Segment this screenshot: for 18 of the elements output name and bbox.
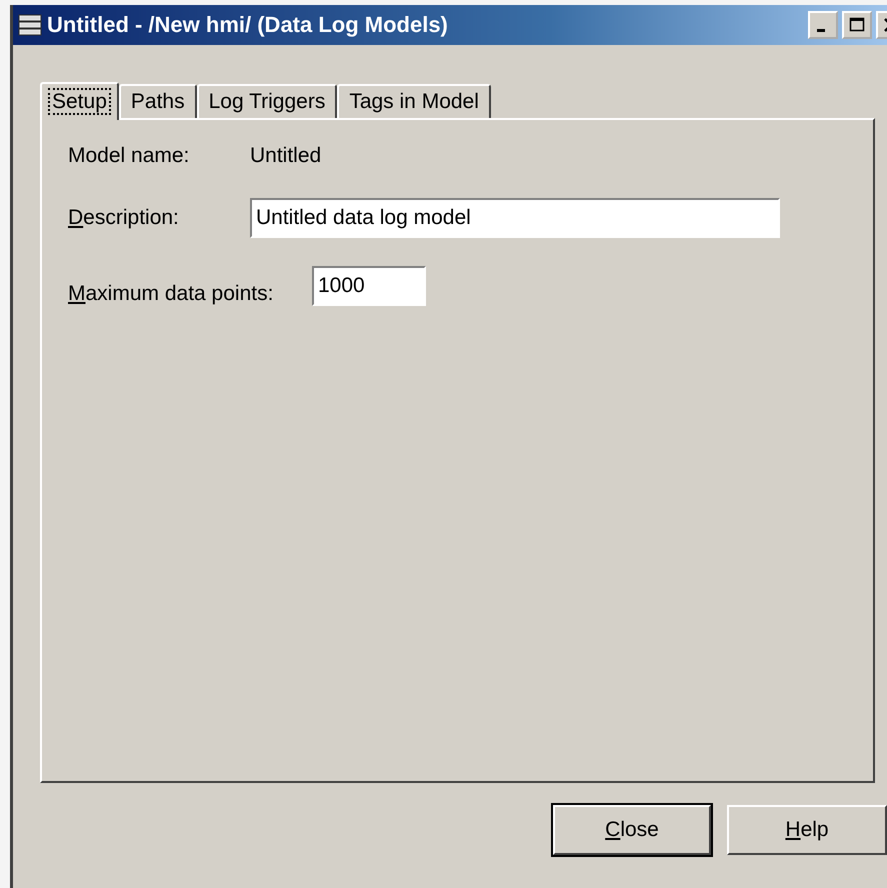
field-label: Maximum data points: — [68, 281, 274, 306]
close-dialog-button[interactable]: Close — [553, 805, 711, 855]
maximize-icon — [849, 17, 865, 33]
tab[interactable]: Tags in Model — [337, 84, 491, 118]
window-title: Untitled - /New hmi/ (Data Log Models) — [47, 12, 449, 38]
help-button[interactable]: Help — [727, 805, 887, 855]
tab[interactable]: Paths — [118, 84, 197, 118]
tab[interactable]: Log Triggers — [196, 84, 338, 118]
field-label: Model name: — [68, 144, 190, 168]
minimize-button[interactable] — [808, 11, 838, 39]
database-icon — [17, 12, 43, 38]
description-field[interactable]: Untitled data log model — [250, 198, 780, 238]
field-label: Description: — [68, 206, 180, 230]
maximize-button[interactable] — [842, 11, 872, 39]
minimize-icon — [817, 28, 825, 32]
tab[interactable]: Setup — [40, 82, 119, 120]
data-points-field[interactable]: 1000 — [312, 266, 426, 306]
model-name-value: Untitled — [250, 144, 322, 168]
